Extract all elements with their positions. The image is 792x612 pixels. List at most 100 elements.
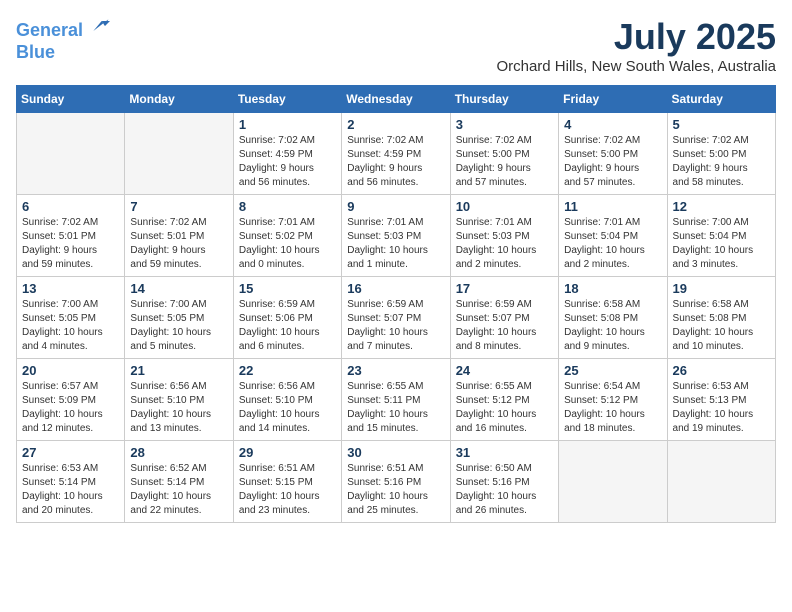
calendar-cell: 8 Sunrise: 7:01 AMSunset: 5:02 PMDaylight… (233, 195, 341, 277)
day-info: Sunrise: 7:00 AMSunset: 5:05 PMDaylight:… (130, 298, 227, 354)
day-info: Sunrise: 6:52 AMSunset: 5:14 PMDaylight:… (130, 462, 227, 518)
day-number: 16 (347, 281, 444, 296)
day-number: 24 (456, 363, 553, 378)
week-row-3: 13 Sunrise: 7:00 AMSunset: 5:05 PMDayligh… (17, 277, 776, 359)
month-year-title: July 2025 (496, 16, 776, 58)
day-info: Sunrise: 7:02 AMSunset: 5:01 PMDaylight:… (130, 216, 227, 272)
calendar-cell: 9 Sunrise: 7:01 AMSunset: 5:03 PMDaylight… (342, 195, 450, 277)
day-number: 3 (456, 117, 553, 132)
calendar-cell: 25 Sunrise: 6:54 AMSunset: 5:12 PMDayligh… (559, 359, 667, 441)
calendar-cell (125, 113, 233, 195)
week-row-2: 6Sunrise: 7:02 AMSunset: 5:01 PMDaylight… (17, 195, 776, 277)
week-row-5: 27 Sunrise: 6:53 AMSunset: 5:14 PMDayligh… (17, 441, 776, 523)
logo: General Blue (16, 16, 110, 63)
calendar-cell: 21 Sunrise: 6:56 AMSunset: 5:10 PMDayligh… (125, 359, 233, 441)
column-header-friday: Friday (559, 86, 667, 113)
column-header-saturday: Saturday (667, 86, 775, 113)
day-number: 8 (239, 199, 336, 214)
logo-text: General (16, 16, 110, 42)
calendar-cell: 11 Sunrise: 7:01 AMSunset: 5:04 PMDayligh… (559, 195, 667, 277)
day-info: Sunrise: 7:02 AMSunset: 5:01 PMDaylight:… (22, 216, 119, 272)
day-number: 1 (239, 117, 336, 132)
day-info: Sunrise: 7:02 AMSunset: 5:00 PMDaylight:… (673, 134, 770, 190)
calendar-cell: 28 Sunrise: 6:52 AMSunset: 5:14 PMDayligh… (125, 441, 233, 523)
calendar-cell: 20 Sunrise: 6:57 AMSunset: 5:09 PMDayligh… (17, 359, 125, 441)
calendar-cell: 12Sunrise: 7:00 AMSunset: 5:04 PMDayligh… (667, 195, 775, 277)
day-number: 21 (130, 363, 227, 378)
calendar-cell: 22 Sunrise: 6:56 AMSunset: 5:10 PMDayligh… (233, 359, 341, 441)
day-number: 20 (22, 363, 119, 378)
day-number: 27 (22, 445, 119, 460)
day-info: Sunrise: 7:02 AMSunset: 5:00 PMDaylight:… (564, 134, 661, 190)
column-header-monday: Monday (125, 86, 233, 113)
calendar-cell: 19 Sunrise: 6:58 AMSunset: 5:08 PMDayligh… (667, 277, 775, 359)
day-number: 30 (347, 445, 444, 460)
day-number: 17 (456, 281, 553, 296)
calendar-table: SundayMondayTuesdayWednesdayThursdayFrid… (16, 85, 776, 523)
day-number: 26 (673, 363, 770, 378)
day-number: 22 (239, 363, 336, 378)
day-info: Sunrise: 6:56 AMSunset: 5:10 PMDaylight:… (239, 380, 336, 436)
calendar-cell: 15Sunrise: 6:59 AMSunset: 5:06 PMDayligh… (233, 277, 341, 359)
calendar-cell: 3 Sunrise: 7:02 AMSunset: 5:00 PMDaylight… (450, 113, 558, 195)
logo-arrow-icon (90, 16, 110, 36)
calendar-cell: 10 Sunrise: 7:01 AMSunset: 5:03 PMDayligh… (450, 195, 558, 277)
week-row-4: 20 Sunrise: 6:57 AMSunset: 5:09 PMDayligh… (17, 359, 776, 441)
page-header: General Blue July 2025 Orchard Hills, Ne… (16, 16, 776, 75)
day-number: 4 (564, 117, 661, 132)
calendar-cell: 29 Sunrise: 6:51 AMSunset: 5:15 PMDayligh… (233, 441, 341, 523)
day-number: 31 (456, 445, 553, 460)
day-info: Sunrise: 6:54 AMSunset: 5:12 PMDaylight:… (564, 380, 661, 436)
day-number: 7 (130, 199, 227, 214)
day-number: 11 (564, 199, 661, 214)
day-info: Sunrise: 6:57 AMSunset: 5:09 PMDaylight:… (22, 380, 119, 436)
logo-line2: Blue (16, 42, 110, 64)
calendar-cell (559, 441, 667, 523)
calendar-cell: 18 Sunrise: 6:58 AMSunset: 5:08 PMDayligh… (559, 277, 667, 359)
day-number: 19 (673, 281, 770, 296)
day-info: Sunrise: 7:02 AMSunset: 4:59 PMDaylight:… (239, 134, 336, 190)
calendar-cell: 6Sunrise: 7:02 AMSunset: 5:01 PMDaylight… (17, 195, 125, 277)
day-info: Sunrise: 6:53 AMSunset: 5:14 PMDaylight:… (22, 462, 119, 518)
day-info: Sunrise: 7:01 AMSunset: 5:02 PMDaylight:… (239, 216, 336, 272)
day-info: Sunrise: 6:59 AMSunset: 5:07 PMDaylight:… (456, 298, 553, 354)
day-info: Sunrise: 7:02 AMSunset: 5:00 PMDaylight:… (456, 134, 553, 190)
day-number: 9 (347, 199, 444, 214)
calendar-cell: 1 Sunrise: 7:02 AMSunset: 4:59 PMDaylight… (233, 113, 341, 195)
day-info: Sunrise: 6:51 AMSunset: 5:16 PMDaylight:… (347, 462, 444, 518)
calendar-cell: 14Sunrise: 7:00 AMSunset: 5:05 PMDayligh… (125, 277, 233, 359)
calendar-cell: 23Sunrise: 6:55 AMSunset: 5:11 PMDayligh… (342, 359, 450, 441)
day-number: 5 (673, 117, 770, 132)
column-header-wednesday: Wednesday (342, 86, 450, 113)
day-info: Sunrise: 7:00 AMSunset: 5:05 PMDaylight:… (22, 298, 119, 354)
calendar-cell: 27 Sunrise: 6:53 AMSunset: 5:14 PMDayligh… (17, 441, 125, 523)
day-number: 10 (456, 199, 553, 214)
day-number: 13 (22, 281, 119, 296)
day-info: Sunrise: 7:01 AMSunset: 5:03 PMDaylight:… (456, 216, 553, 272)
day-info: Sunrise: 6:50 AMSunset: 5:16 PMDaylight:… (456, 462, 553, 518)
calendar-cell: 30 Sunrise: 6:51 AMSunset: 5:16 PMDayligh… (342, 441, 450, 523)
day-info: Sunrise: 6:56 AMSunset: 5:10 PMDaylight:… (130, 380, 227, 436)
day-info: Sunrise: 7:01 AMSunset: 5:04 PMDaylight:… (564, 216, 661, 272)
day-number: 25 (564, 363, 661, 378)
day-info: Sunrise: 6:55 AMSunset: 5:11 PMDaylight:… (347, 380, 444, 436)
calendar-cell (17, 113, 125, 195)
column-headers-row: SundayMondayTuesdayWednesdayThursdayFrid… (17, 86, 776, 113)
calendar-cell: 17 Sunrise: 6:59 AMSunset: 5:07 PMDayligh… (450, 277, 558, 359)
day-number: 18 (564, 281, 661, 296)
day-number: 29 (239, 445, 336, 460)
logo-line1: General (16, 20, 83, 40)
week-row-1: 1 Sunrise: 7:02 AMSunset: 4:59 PMDaylight… (17, 113, 776, 195)
calendar-cell (667, 441, 775, 523)
day-info: Sunrise: 6:51 AMSunset: 5:15 PMDaylight:… (239, 462, 336, 518)
calendar-cell: 5 Sunrise: 7:02 AMSunset: 5:00 PMDaylight… (667, 113, 775, 195)
day-info: Sunrise: 6:53 AMSunset: 5:13 PMDaylight:… (673, 380, 770, 436)
calendar-cell: 24 Sunrise: 6:55 AMSunset: 5:12 PMDayligh… (450, 359, 558, 441)
day-info: Sunrise: 6:55 AMSunset: 5:12 PMDaylight:… (456, 380, 553, 436)
day-info: Sunrise: 7:01 AMSunset: 5:03 PMDaylight:… (347, 216, 444, 272)
day-number: 28 (130, 445, 227, 460)
calendar-cell: 7 Sunrise: 7:02 AMSunset: 5:01 PMDaylight… (125, 195, 233, 277)
day-number: 12 (673, 199, 770, 214)
day-info: Sunrise: 6:58 AMSunset: 5:08 PMDaylight:… (564, 298, 661, 354)
day-info: Sunrise: 6:58 AMSunset: 5:08 PMDaylight:… (673, 298, 770, 354)
